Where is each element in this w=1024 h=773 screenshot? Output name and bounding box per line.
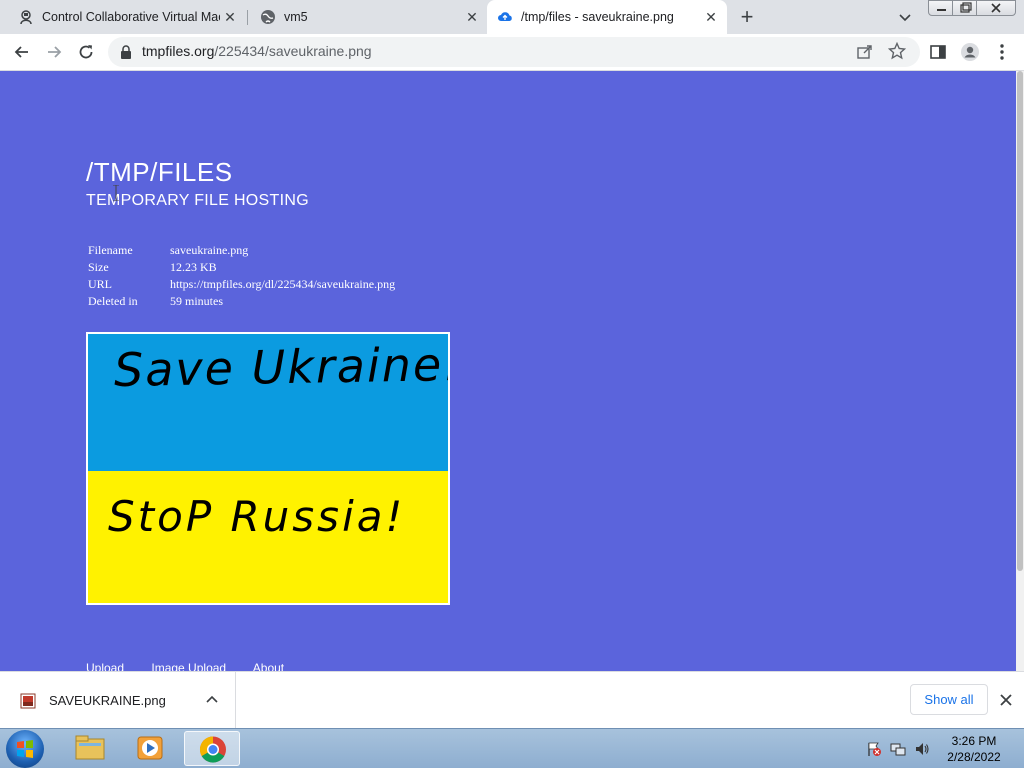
new-tab-button[interactable]: + xyxy=(736,6,758,29)
file-info-value: 59 minutes xyxy=(170,294,223,308)
tab-strip: Control Collaborative Virtual Mac ✕ vm5 … xyxy=(0,0,1024,34)
download-url-link[interactable]: https://tmpfiles.org/dl/225434/saveukrai… xyxy=(168,277,397,294)
window-minimize-button[interactable] xyxy=(928,0,955,16)
url-domain: tmpfiles.org xyxy=(142,43,215,59)
image-preview: Save Ukraine! StoP Russia! xyxy=(86,332,450,605)
media-player-icon xyxy=(137,736,163,760)
windows-logo-icon xyxy=(17,740,33,758)
file-info-row: URL https://tmpfiles.org/dl/225434/saveu… xyxy=(86,277,397,294)
tab-title: /tmp/files - saveukraine.png xyxy=(521,10,674,24)
page-scrollbar[interactable] xyxy=(1016,71,1024,671)
footer-link-about[interactable]: About xyxy=(253,661,284,671)
menu-kebab-icon[interactable] xyxy=(992,42,1012,62)
volume-icon[interactable] xyxy=(914,741,930,757)
folder-icon xyxy=(75,735,105,760)
side-panel-icon[interactable] xyxy=(928,42,948,62)
cloud-upload-icon xyxy=(498,12,512,21)
tab-title: vm5 xyxy=(284,10,308,24)
image-file-icon xyxy=(20,693,36,709)
profile-avatar-icon[interactable] xyxy=(960,42,980,62)
tab-title: Control Collaborative Virtual Mac xyxy=(42,10,220,24)
file-info-row: Deleted in 59 minutes xyxy=(86,294,397,311)
close-icon[interactable] xyxy=(997,691,1015,709)
bookmark-star-icon[interactable] xyxy=(888,42,906,60)
file-info-value: saveukraine.png xyxy=(170,243,249,257)
clock-date: 2/28/2022 xyxy=(947,750,1001,764)
browser-toolbar: tmpfiles.org/225434/saveukraine.png xyxy=(0,34,1024,71)
footer-link-image-upload[interactable]: Image Upload xyxy=(151,661,226,671)
lock-icon[interactable] xyxy=(120,45,132,59)
share-icon[interactable] xyxy=(856,43,874,61)
taskbar-chrome[interactable] xyxy=(184,731,240,766)
window-close-button[interactable] xyxy=(976,0,1016,16)
restore-icon xyxy=(960,2,972,13)
clock-time: 3:26 PM xyxy=(951,734,997,748)
tab-close-icon[interactable]: ✕ xyxy=(464,9,480,25)
address-bar[interactable]: tmpfiles.org/225434/saveukraine.png xyxy=(108,37,920,67)
file-info-value: 12.23 KB xyxy=(170,260,217,274)
tab-search-chevron-icon[interactable] xyxy=(896,8,914,26)
file-info-key: Size xyxy=(88,260,109,274)
page-title: /TMP/FILES xyxy=(86,157,233,187)
preview-top-text: Save Ukraine! xyxy=(113,336,450,398)
tab-close-icon[interactable]: ✕ xyxy=(222,9,238,25)
window-restore-button[interactable] xyxy=(952,0,979,16)
tab-separator xyxy=(247,10,248,25)
globe-icon xyxy=(261,10,275,24)
footer-link-upload[interactable]: Upload xyxy=(86,661,124,671)
back-arrow-icon[interactable] xyxy=(12,42,32,62)
download-item[interactable]: SAVEUKRAINE.png xyxy=(0,672,236,728)
taskbar-media-player[interactable] xyxy=(122,731,178,766)
close-icon xyxy=(991,3,1001,13)
download-shelf: SAVEUKRAINE.png Show all xyxy=(0,671,1024,728)
tab-close-icon[interactable]: ✕ xyxy=(703,9,719,25)
forward-arrow-icon[interactable] xyxy=(44,42,64,62)
preview-bottom-text: StoP Russia! xyxy=(108,492,406,541)
network-icon[interactable] xyxy=(890,741,906,757)
file-info-row: Size 12.23 KB xyxy=(86,260,397,277)
start-button[interactable] xyxy=(6,730,44,768)
url-path: /225434/saveukraine.png xyxy=(214,43,372,59)
footer-nav: Upload Image Upload About xyxy=(86,661,308,671)
system-clock[interactable]: 3:26 PM 2/28/2022 xyxy=(938,733,1010,765)
virtual-machine-icon xyxy=(20,10,32,25)
tab-tmpfiles[interactable]: /tmp/files - saveukraine.png ✕ xyxy=(487,0,727,34)
text-cursor-icon xyxy=(113,185,119,201)
file-info-key: Filename xyxy=(88,243,133,257)
reload-icon[interactable] xyxy=(76,42,96,62)
chrome-icon xyxy=(199,736,226,763)
show-all-button[interactable]: Show all xyxy=(910,684,988,715)
url-text: tmpfiles.org/225434/saveukraine.png xyxy=(142,43,372,59)
minimize-icon xyxy=(937,9,946,11)
taskbar-explorer[interactable] xyxy=(62,731,118,766)
file-info-table: Filename saveukraine.png Size 12.23 KB U… xyxy=(86,243,397,311)
file-info-key: Deleted in xyxy=(88,294,138,308)
tab-vm5[interactable]: vm5 ✕ xyxy=(250,0,488,34)
page-subtitle: TEMPORARY FILE HOSTING xyxy=(86,192,309,209)
download-filename: SAVEUKRAINE.png xyxy=(49,693,166,708)
chevron-up-icon[interactable] xyxy=(204,692,220,708)
action-center-flag-icon[interactable] xyxy=(866,741,882,757)
windows-taskbar: 3:26 PM 2/28/2022 xyxy=(0,728,1024,768)
tab-control-collaborative[interactable]: Control Collaborative Virtual Mac ✕ xyxy=(8,0,246,34)
file-info-row: Filename saveukraine.png xyxy=(86,243,397,260)
scrollbar-thumb[interactable] xyxy=(1017,71,1023,571)
page-content: /TMP/FILES TEMPORARY FILE HOSTING Filena… xyxy=(0,71,1016,671)
file-info-key: URL xyxy=(88,277,112,291)
